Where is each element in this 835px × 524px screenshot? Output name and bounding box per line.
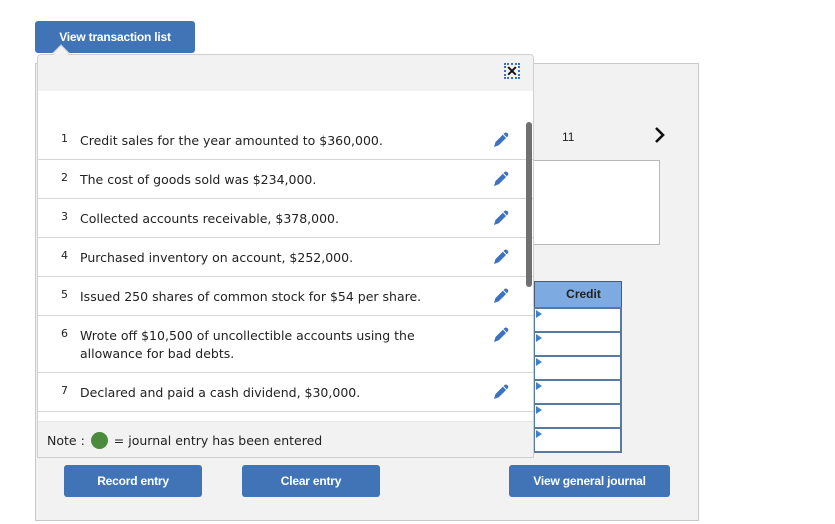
transaction-number: 1 [61, 132, 68, 145]
transaction-number: 6 [61, 327, 68, 340]
transaction-text: Declared and paid a cash dividend, $30,0… [80, 385, 361, 400]
note-prefix: Note : [47, 432, 85, 448]
credit-input[interactable] [533, 306, 622, 333]
edit-pencil-icon[interactable] [491, 169, 511, 189]
transaction-number: 4 [61, 249, 68, 262]
transaction-row: 4 Purchased inventory on account, $252,00… [38, 238, 533, 277]
edit-pencil-icon[interactable] [491, 382, 511, 402]
cell-marker-icon [536, 357, 542, 366]
journal-row [533, 378, 622, 405]
note-bar: Note : = journal entry has been entered [38, 421, 533, 457]
record-entry-button[interactable]: Record entry [64, 465, 202, 497]
transaction-list-popover: ✕ 1 Credit sales for the year amounted to… [37, 54, 534, 458]
transaction-text: Issued 250 shares of common stock for $5… [80, 289, 422, 304]
journal-row [533, 426, 622, 453]
transaction-row: 3 Collected accounts receivable, $378,000… [38, 199, 533, 238]
transaction-row: 6 Wrote off $10,500 of uncollectible acco… [38, 316, 533, 373]
journal-row [533, 402, 622, 429]
journal-row [533, 330, 622, 357]
transaction-number: 2 [61, 171, 68, 184]
transaction-text: Purchased inventory on account, $252,000… [80, 250, 354, 265]
edit-pencil-icon[interactable] [491, 247, 511, 267]
note-text: = journal entry has been entered [113, 432, 323, 448]
transaction-text: Collected accounts receivable, $378,000. [80, 211, 339, 226]
edit-pencil-icon[interactable] [491, 286, 511, 306]
cell-marker-icon [536, 333, 542, 342]
transaction-number: 5 [61, 288, 68, 301]
close-icon[interactable]: ✕ [504, 63, 520, 79]
edit-pencil-icon[interactable] [491, 208, 511, 228]
journal-table: Credit [533, 281, 622, 453]
credit-input[interactable] [533, 426, 622, 453]
cell-marker-icon [536, 405, 542, 414]
scrollbar[interactable] [526, 122, 532, 287]
journal-row [533, 354, 622, 381]
edit-pencil-icon[interactable] [491, 325, 511, 345]
page-number: 11 [562, 130, 575, 144]
credit-column-header: Credit [533, 281, 622, 308]
transaction-text: Credit sales for the year amounted to $3… [80, 133, 383, 148]
transaction-row: 7 Declared and paid a cash dividend, $30,… [38, 373, 533, 412]
transaction-list: 1 Credit sales for the year amounted to $… [38, 121, 533, 412]
cell-marker-icon [536, 309, 542, 318]
next-arrow-icon[interactable] [650, 123, 670, 147]
edit-pencil-icon[interactable] [491, 130, 511, 150]
transaction-row: 1 Credit sales for the year amounted to $… [38, 121, 533, 160]
credit-input[interactable] [533, 378, 622, 405]
transaction-text: Wrote off $10,500 of uncollectible accou… [80, 328, 415, 361]
clear-entry-button[interactable]: Clear entry [242, 465, 380, 497]
journal-row [533, 306, 622, 333]
cell-marker-icon [536, 429, 542, 438]
popover-header: ✕ [38, 55, 533, 91]
credit-input[interactable] [533, 330, 622, 357]
credit-input[interactable] [533, 354, 622, 381]
credit-input[interactable] [533, 402, 622, 429]
view-general-journal-button[interactable]: View general journal [509, 465, 670, 497]
transaction-row: 2 The cost of goods sold was $234,000. [38, 160, 533, 199]
transaction-row: 5 Issued 250 shares of common stock for $… [38, 277, 533, 316]
entry-description-box [532, 160, 660, 245]
cell-marker-icon [536, 381, 542, 390]
transaction-number: 3 [61, 210, 68, 223]
entered-indicator-icon [90, 431, 108, 449]
transaction-number: 7 [61, 384, 68, 397]
transaction-text: The cost of goods sold was $234,000. [80, 172, 317, 187]
